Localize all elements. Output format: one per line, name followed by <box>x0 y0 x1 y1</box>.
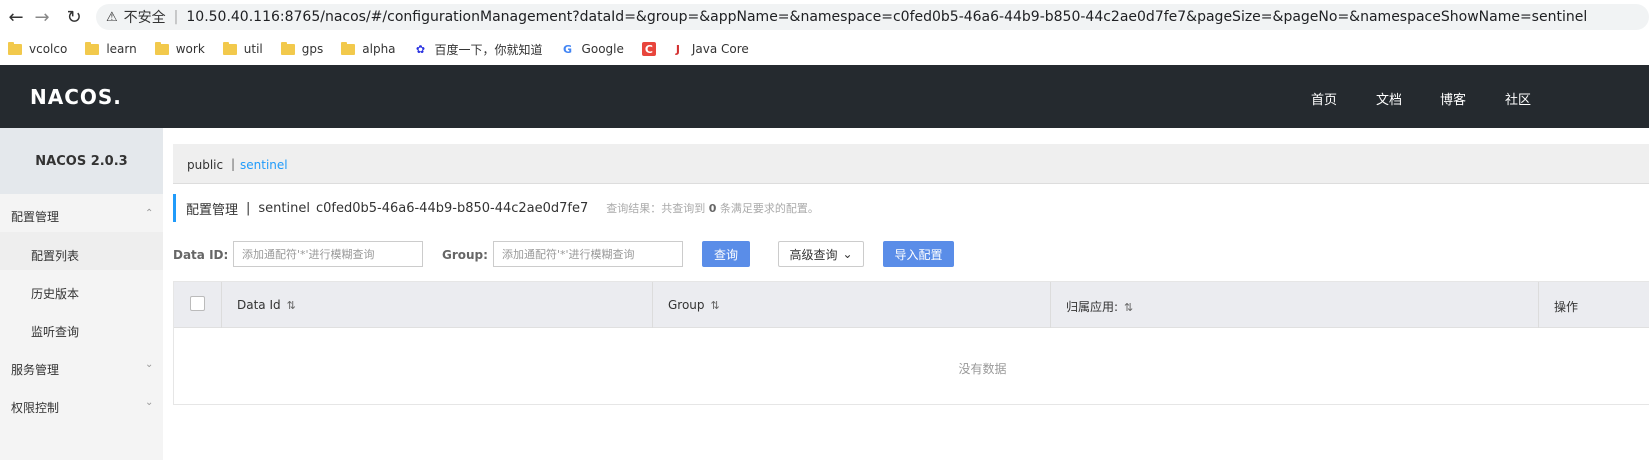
sort-icon[interactable]: ⇅ <box>287 299 296 312</box>
bookmark-vcolco[interactable]: vcolco <box>8 41 67 56</box>
google-icon: G <box>563 42 573 56</box>
url-text: 10.50.40.116:8765/nacos/#/configurationM… <box>186 9 1588 25</box>
nav-blog[interactable]: 博客 <box>1440 89 1466 108</box>
column-app[interactable]: 归属应用: ⇅ <box>1066 298 1133 315</box>
import-config-button[interactable]: 导入配置 <box>883 241 954 267</box>
sidebar-item-listener[interactable]: 监听查询 <box>31 323 79 340</box>
namespace-bar: public | sentinel <box>173 144 1649 184</box>
reload-icon[interactable]: ↻ <box>62 5 86 29</box>
top-navbar: NACOS. 首页 文档 博客 社区 <box>0 65 1649 128</box>
back-arrow-icon[interactable]: ← <box>4 5 28 29</box>
namespace-sentinel[interactable]: sentinel <box>240 158 288 172</box>
nacos-logo[interactable]: NACOS. <box>30 85 122 109</box>
c-icon: C <box>641 42 656 56</box>
paw-icon: ✿ <box>415 42 426 56</box>
forward-arrow-icon[interactable]: → <box>30 5 54 29</box>
url-separator: | <box>173 9 179 25</box>
title-separator: | <box>246 200 251 216</box>
bookmark-alpha[interactable]: alpha <box>341 41 396 56</box>
bookmark-baidu[interactable]: ✿ 百度一下，你就知道 <box>414 41 543 58</box>
bookmark-gps[interactable]: gps <box>280 41 323 56</box>
namespace-name: sentinel <box>258 200 310 216</box>
browser-address-bar: ← → ↻ ⚠ 不安全 | 10.50.40.116:8765/nacos/#/… <box>0 0 1649 34</box>
sidebar: NACOS 2.0.3 配置管理 ⌃ 配置列表 历史版本 监听查询 服务管理 ⌄… <box>0 128 163 460</box>
sidebar-item-config-list[interactable]: 配置列表 <box>31 247 79 264</box>
config-table: Data Id ⇅ Group ⇅ 归属应用: ⇅ 操作 没有数据 <box>173 281 1649 405</box>
advanced-search-button[interactable]: 高级查询 ⌄ <box>778 241 864 267</box>
chevron-down-icon: ⌄ <box>842 247 853 261</box>
bookmark-google[interactable]: G Google <box>561 42 624 56</box>
dataid-input[interactable]: 添加通配符'*'进行模糊查询 <box>233 241 423 267</box>
sort-icon[interactable]: ⇅ <box>1124 301 1133 314</box>
folder-icon <box>341 41 356 55</box>
folder-icon <box>280 41 295 55</box>
search-button[interactable]: 查询 <box>702 241 750 267</box>
chevron-down-icon[interactable]: ⌄ <box>145 359 153 370</box>
page-title: 配置管理 | sentinel c0fed0b5-46a6-44b9-b850-… <box>173 194 819 222</box>
folder-icon <box>222 41 237 55</box>
column-group[interactable]: Group ⇅ <box>668 298 720 312</box>
bookmark-work[interactable]: work <box>154 41 205 56</box>
column-actions: 操作 <box>1554 300 1579 314</box>
dataid-label: Data ID: <box>173 248 229 262</box>
sort-icon[interactable]: ⇅ <box>711 299 720 312</box>
folder-icon <box>85 41 100 55</box>
nav-docs[interactable]: 文档 <box>1376 89 1402 108</box>
sidebar-item-active-bg <box>0 232 163 270</box>
sidebar-item-history[interactable]: 历史版本 <box>31 285 79 302</box>
sidebar-group-auth[interactable]: 权限控制 <box>11 399 59 416</box>
sidebar-group-config[interactable]: 配置管理 <box>11 208 59 225</box>
chevron-down-icon[interactable]: ⌄ <box>145 397 153 408</box>
sidebar-title: NACOS 2.0.3 <box>0 128 163 194</box>
folder-icon <box>8 41 22 55</box>
group-label: Group: <box>442 248 488 262</box>
nav-home[interactable]: 首页 <box>1311 89 1337 108</box>
page-title-text: 配置管理 <box>186 202 239 218</box>
insecure-label: 不安全 <box>123 10 166 26</box>
namespace-separator: | <box>231 157 236 171</box>
bookmark-java-core[interactable]: J Java Core <box>671 42 749 56</box>
column-data-id[interactable]: Data Id ⇅ <box>237 298 296 312</box>
bookmarks-bar: vcolco learn work util gps alpha ✿ 百度一下，你… <box>0 34 1649 64</box>
namespace-id: c0fed0b5-46a6-44b9-b850-44c2ae0d7fe7 <box>315 200 589 216</box>
chevron-up-icon[interactable]: ⌃ <box>145 208 153 219</box>
warning-icon: ⚠ <box>106 9 118 25</box>
j-icon: J <box>675 42 680 56</box>
group-input[interactable]: 添加通配符'*'进行模糊查询 <box>493 241 683 267</box>
bookmark-util[interactable]: util <box>222 41 263 56</box>
url-field[interactable]: ⚠ 不安全 | 10.50.40.116:8765/nacos/#/config… <box>96 4 1649 30</box>
query-result: 查询结果：共查询到 0 条满足要求的配置。 <box>606 202 819 215</box>
bookmark-learn[interactable]: learn <box>85 41 137 56</box>
empty-text: 没有数据 <box>958 362 1007 376</box>
table-header: Data Id ⇅ Group ⇅ 归属应用: ⇅ 操作 <box>174 282 1649 328</box>
select-all-checkbox[interactable] <box>190 296 205 311</box>
namespace-public[interactable]: public <box>187 158 223 172</box>
sidebar-group-service[interactable]: 服务管理 <box>11 361 59 378</box>
bookmark-c[interactable]: C <box>641 42 663 56</box>
nav-community[interactable]: 社区 <box>1505 89 1531 108</box>
folder-icon <box>154 41 169 55</box>
